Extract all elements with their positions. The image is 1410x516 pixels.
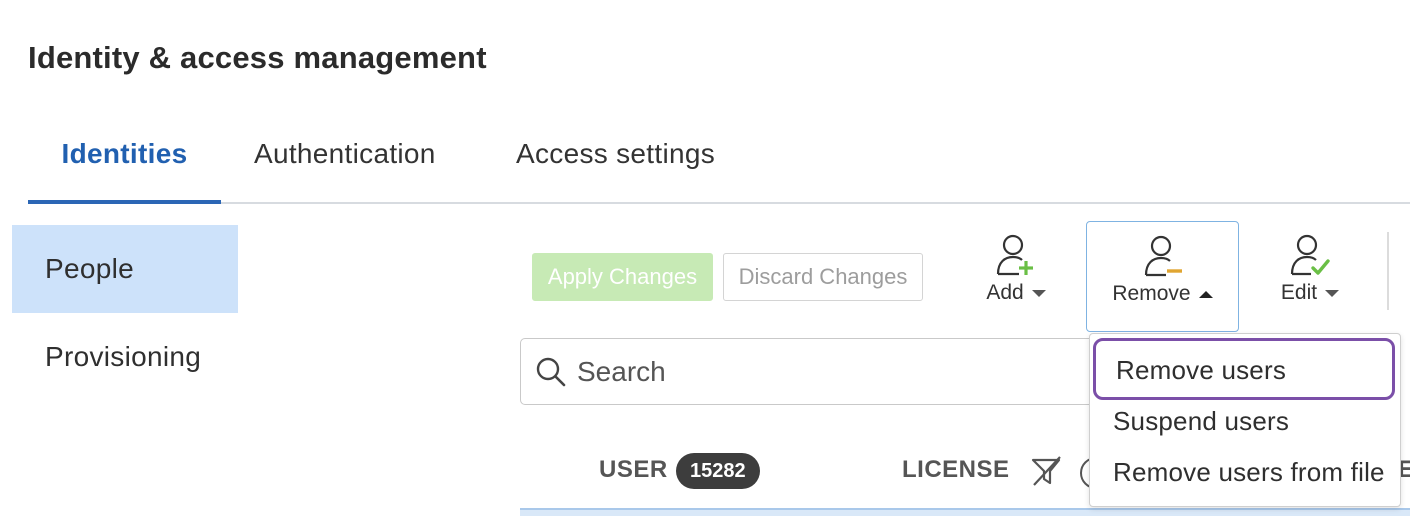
menu-item-remove-users-from-file[interactable]: Remove users from file [1090,457,1400,488]
add-user-icon [996,234,1033,276]
remove-label: Remove [1112,282,1191,305]
search-input[interactable] [577,349,1077,395]
menu-item-suspend-users[interactable]: Suspend users [1090,406,1400,437]
sidebar-item-people[interactable]: People [12,225,238,313]
chevron-up-icon [1198,290,1213,298]
toolbar-divider [1387,232,1389,310]
table-row [520,508,1410,516]
add-label: Add [986,281,1024,304]
apply-changes-button[interactable]: Apply Changes [532,253,713,301]
filter-off-icon[interactable] [1030,454,1064,488]
sidebar-item-provisioning[interactable]: Provisioning [12,313,238,401]
edit-label: Edit [1280,281,1318,304]
user-count-badge: 15282 [676,453,760,489]
tab-access-settings[interactable]: Access settings [516,128,715,202]
edit-user-button[interactable]: Edit [1262,232,1358,305]
search-icon [536,357,566,387]
page-title: Identity & access management [28,40,487,75]
chevron-down-icon [1031,289,1046,297]
column-header-license[interactable]: LICENSE [902,456,1010,484]
menu-item-remove-users[interactable]: Remove users [1093,338,1395,400]
remove-user-button[interactable]: Remove [1086,221,1239,332]
column-header-user[interactable]: USER [599,456,668,484]
tab-authentication[interactable]: Authentication [254,128,436,202]
remove-dropdown-menu: Remove users Suspend users Remove users … [1089,333,1401,507]
tab-bar: Identities Authentication Access setting… [28,128,1410,204]
tab-identities[interactable]: Identities [28,128,221,204]
discard-changes-button[interactable]: Discard Changes [723,253,923,301]
chevron-down-icon [1325,289,1340,297]
remove-user-icon [1144,235,1182,277]
edit-user-icon [1290,234,1330,276]
search-box[interactable] [520,338,1140,405]
add-user-button[interactable]: Add [972,232,1060,305]
